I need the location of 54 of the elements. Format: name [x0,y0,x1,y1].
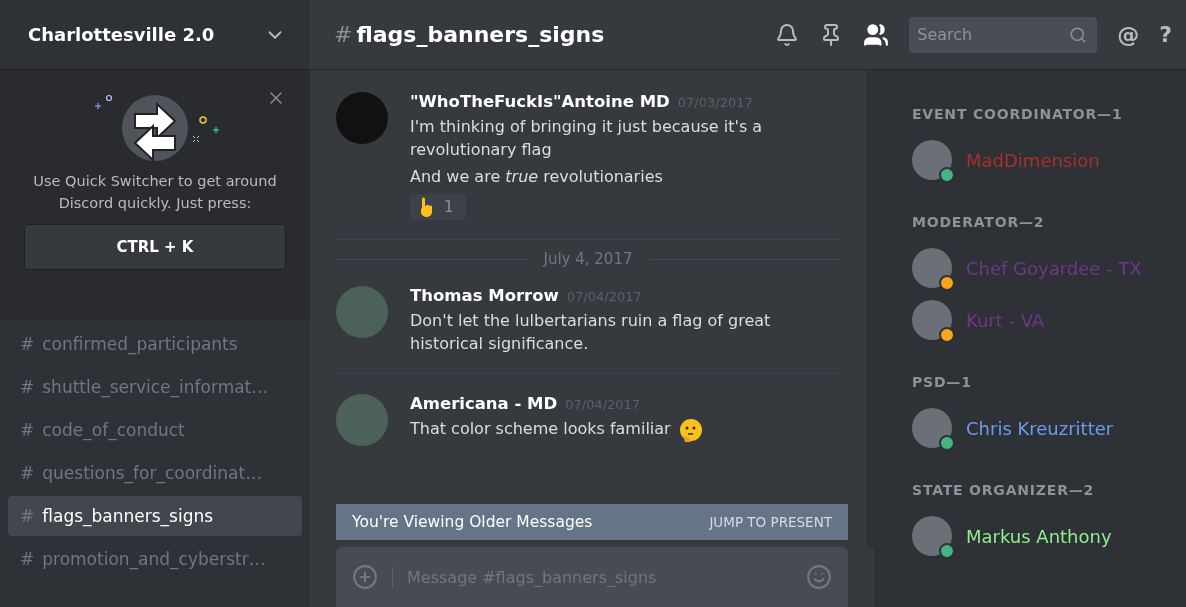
shortcut-button[interactable]: CTRL + K [24,224,286,270]
mention-icon[interactable]: @ [1117,22,1140,47]
message-text: And we are true revolutionaries [410,166,664,188]
message-text: That color scheme looks familiar [410,417,703,442]
author-name[interactable]: "WhoTheFuckIs"Antoine MD [410,92,670,111]
search-field[interactable]: Search [909,16,1098,53]
channel-name: flags_banners_signs [42,506,214,526]
quick-switcher-tip: Use Quick Switcher to get around Discord quickly. Just press: [32,172,278,213]
member-avatar[interactable] [912,408,952,448]
jump-to-present-button[interactable]: JUMP TO PRESENT [709,514,832,530]
help-icon[interactable]: ? [1159,22,1172,47]
member-avatar[interactable] [912,140,952,180]
avatar [336,92,388,144]
role-heading: MODERATOR—2 [912,214,1046,230]
hash-icon: # [20,506,35,526]
channel-name: code_of_conduct [42,420,185,440]
members-icon[interactable] [863,21,890,48]
role-heading: STATE ORGANIZER—2 [912,482,1096,498]
pointing-hand-icon [418,197,434,217]
channel-name: promotion_and_cyberstr… [42,549,266,569]
hash-icon: # [20,334,35,354]
author-name[interactable]: Thomas Morrow [410,286,559,305]
member-name[interactable]: Markus Anthony [966,525,1112,547]
older-messages-text: You're Viewing Older Messages [352,513,593,531]
channel-name: confirmed_participants [42,334,238,354]
avatar [336,394,388,446]
member-name[interactable]: MadDimension [966,149,1100,171]
date-divider: July 4, 2017 [543,250,633,268]
channel-item[interactable]: # promotion_and_cyberstr… [8,539,302,579]
bell-icon[interactable] [775,22,800,47]
member-avatar[interactable] [912,248,952,288]
role-heading: PSD—1 [912,374,973,390]
message-text: Don't let the lulbertarians ruin a flag of great historical significance. [410,310,772,355]
hash-icon: # [20,549,35,569]
member-name[interactable]: Chris Kreuzritter [966,417,1114,439]
channel-title: # flags_banners_signs [334,22,606,47]
member-avatar[interactable] [912,516,952,556]
channel-name: shuttle_service_informat… [42,377,269,397]
channel-item[interactable]: # shuttle_service_informat… [8,367,302,407]
role-heading: EVENT COORDINATOR—1 [912,106,1124,122]
member-avatar[interactable] [912,300,952,340]
author-name[interactable]: Americana - MD [410,394,558,413]
hash-icon: # [20,377,35,397]
hash-icon: # [20,420,35,440]
channel-item[interactable]: # flags_banners_signs [8,496,302,536]
channel-item[interactable]: # confirmed_participants [8,324,302,364]
server-name[interactable]: Charlottesville 2.0 [28,24,215,45]
search-icon [1069,25,1088,44]
channel-name: questions_for_coordinat… [42,463,263,483]
avatar [336,286,388,338]
channel-item[interactable]: # questions_for_coordinat… [8,453,302,493]
hash-icon: # [20,463,35,483]
reaction-button[interactable]: 1 [410,194,466,220]
channel-item[interactable]: # code_of_conduct [8,410,302,450]
